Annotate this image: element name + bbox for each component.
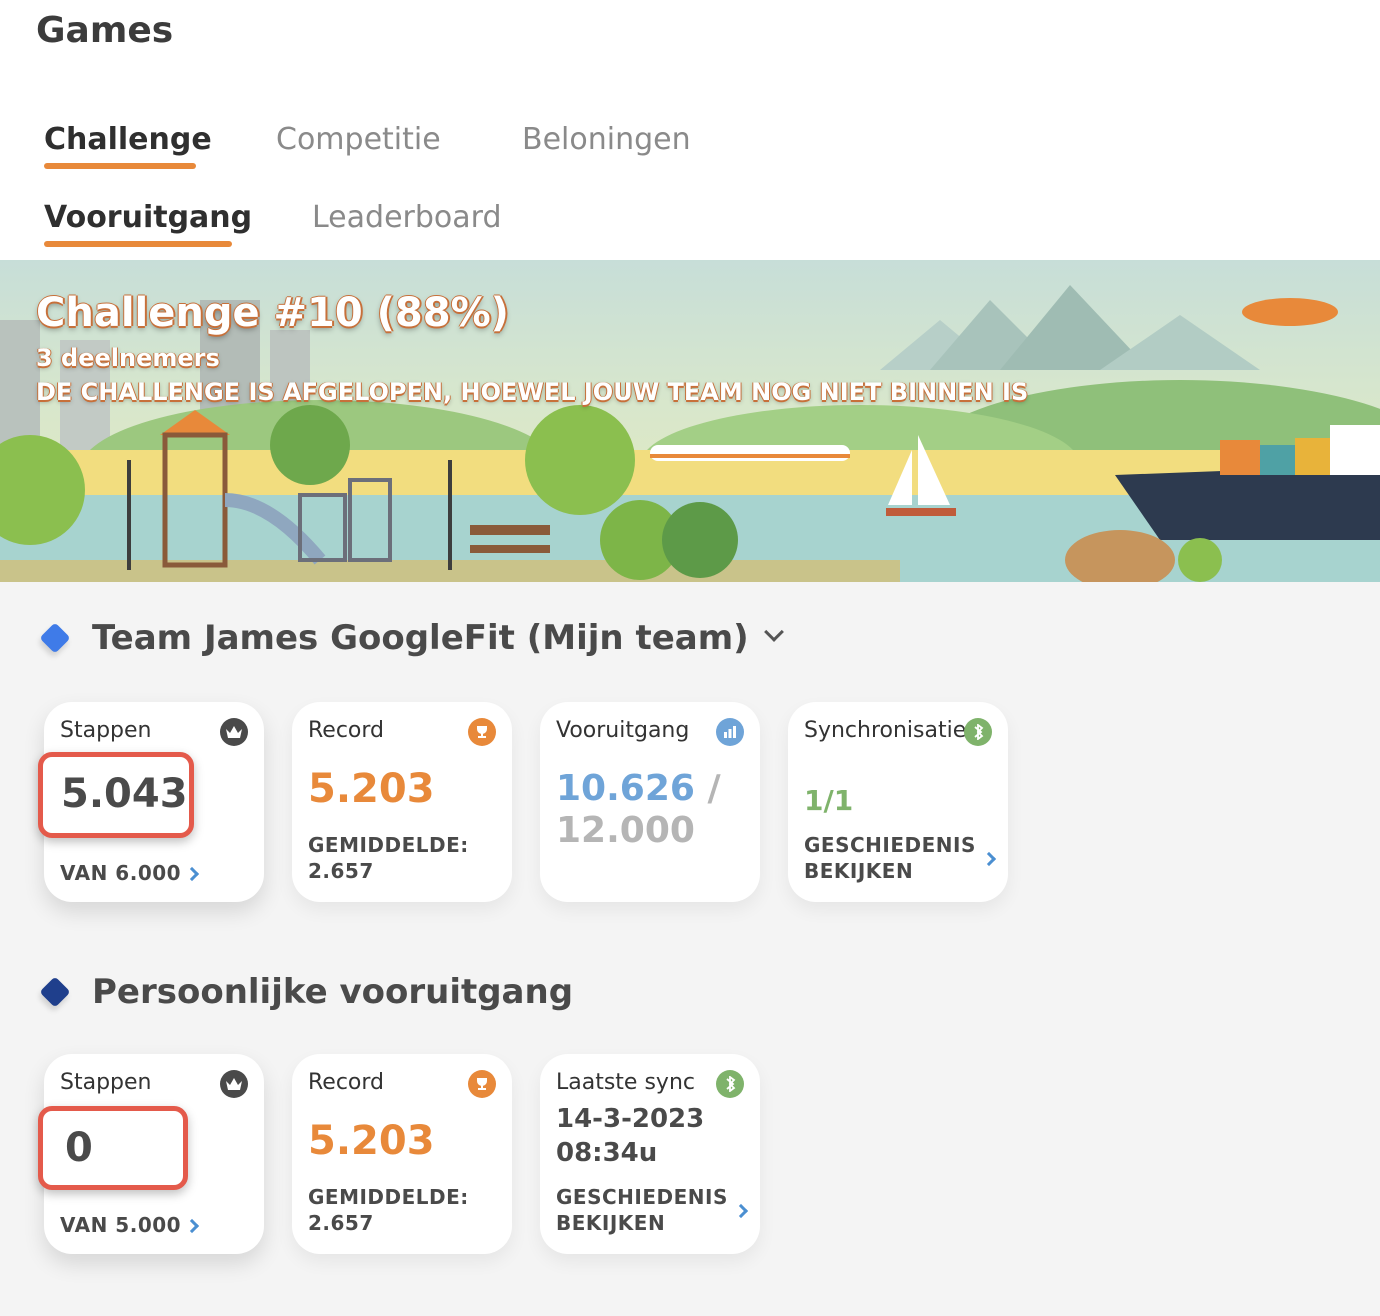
average-value: 2.657: [308, 859, 374, 883]
team-steps-highlight: 5.043: [38, 752, 194, 838]
average-value: 2.657: [308, 1211, 374, 1235]
team-progress-card[interactable]: Vooruitgang 10.626 / 12.000: [540, 702, 760, 902]
sync-icon: [716, 1070, 744, 1098]
team-title: Team James GoogleFit (Mijn team): [92, 618, 749, 658]
personal-steps-goal: VAN 5.000: [60, 1213, 182, 1237]
team-steps-value: 5.043: [61, 771, 188, 817]
personal-diamond-icon: [39, 976, 71, 1008]
personal-section-header: Persoonlijke vooruitgang: [39, 972, 574, 1012]
chevron-right-icon: [184, 1218, 200, 1234]
history-line1: GESCHIEDENIS: [556, 1185, 728, 1209]
team-record-label: Record: [308, 718, 385, 743]
tab-challenge-underline: [44, 163, 196, 169]
subtab-vooruitgang[interactable]: Vooruitgang: [44, 200, 252, 235]
last-sync-time: 08:34u: [556, 1138, 658, 1168]
page-title: Games: [36, 10, 174, 51]
team-progress-label: Vooruitgang: [556, 718, 690, 743]
history-line1: GESCHIEDENIS: [804, 833, 976, 857]
sync-icon: [964, 718, 992, 746]
challenge-banner: Challenge #10 (88%) 3 deelnemers DE CHAL…: [0, 260, 1380, 582]
personal-steps-goal-link[interactable]: VAN 5.000: [60, 1212, 200, 1238]
average-label: GEMIDDELDE:: [308, 833, 469, 857]
team-steps-label: Stappen: [60, 718, 152, 743]
last-sync-label: Laatste sync: [556, 1070, 695, 1095]
chevron-right-icon[interactable]: [733, 1203, 749, 1219]
crown-icon: [220, 1070, 248, 1098]
subtab-leaderboard[interactable]: Leaderboard: [312, 200, 502, 235]
header: Games Challenge Competitie Beloningen Vo…: [0, 0, 1380, 260]
subtab-vooruitgang-underline: [44, 241, 232, 247]
progress-target: 12.000: [556, 810, 695, 851]
trophy-icon: [468, 1070, 496, 1098]
team-steps-goal-link[interactable]: VAN 6.000: [60, 860, 200, 886]
team-diamond-icon: [39, 622, 71, 654]
team-record-value: 5.203: [308, 766, 435, 812]
progress-current: 10.626: [556, 768, 695, 809]
challenge-title: Challenge #10 (88%): [36, 290, 509, 336]
team-sync-label: Synchronisatie: [804, 718, 967, 743]
personal-title: Persoonlijke vooruitgang: [92, 972, 574, 1012]
chart-icon: [716, 718, 744, 746]
history-line2: BEKIJKEN: [804, 859, 914, 883]
participants-count: 3 deelnemers: [36, 344, 220, 372]
last-sync-datetime: 14-3-2023 08:34u: [556, 1102, 704, 1170]
chevron-right-icon: [184, 866, 200, 882]
team-sync-value: 1/1: [804, 784, 854, 817]
challenge-status-message: DE CHALLENGE IS AFGELOPEN, HOEWEL JOUW T…: [36, 378, 1029, 406]
trophy-icon: [468, 718, 496, 746]
team-steps-card[interactable]: Stappen 5.043 VAN 6.000: [38, 702, 264, 902]
personal-sync-history-link[interactable]: GESCHIEDENIS BEKIJKEN: [556, 1184, 728, 1236]
personal-steps-label: Stappen: [60, 1070, 152, 1095]
last-sync-date: 14-3-2023: [556, 1104, 705, 1134]
team-section-header[interactable]: Team James GoogleFit (Mijn team): [39, 618, 784, 658]
crown-icon: [220, 718, 248, 746]
progress-separator: /: [707, 768, 721, 809]
team-progress-value: 10.626 / 12.000: [556, 768, 721, 852]
tab-challenge[interactable]: Challenge: [44, 122, 212, 157]
team-steps-goal: VAN 6.000: [60, 861, 182, 885]
personal-record-label: Record: [308, 1070, 385, 1095]
personal-last-sync-card[interactable]: Laatste sync 14-3-2023 08:34u GESCHIEDEN…: [540, 1054, 760, 1254]
average-label: GEMIDDELDE:: [308, 1185, 469, 1209]
personal-record-value: 5.203: [308, 1118, 435, 1164]
tab-beloningen[interactable]: Beloningen: [522, 122, 691, 157]
personal-steps-card[interactable]: Stappen 0 VAN 5.000: [38, 1054, 264, 1254]
team-record-card[interactable]: Record 5.203 GEMIDDELDE: 2.657: [292, 702, 512, 902]
team-record-average: GEMIDDELDE: 2.657: [308, 832, 469, 884]
chevron-down-icon[interactable]: [763, 622, 784, 642]
personal-steps-value: 0: [65, 1125, 93, 1171]
tab-competitie[interactable]: Competitie: [276, 122, 441, 157]
personal-steps-highlight: 0: [38, 1106, 188, 1190]
personal-record-card[interactable]: Record 5.203 GEMIDDELDE: 2.657: [292, 1054, 512, 1254]
team-sync-history-link[interactable]: GESCHIEDENIS BEKIJKEN: [804, 832, 976, 884]
team-sync-card[interactable]: Synchronisatie 1/1 GESCHIEDENIS BEKIJKEN: [788, 702, 1008, 902]
chevron-right-icon[interactable]: [981, 851, 997, 867]
personal-record-average: GEMIDDELDE: 2.657: [308, 1184, 469, 1236]
history-line2: BEKIJKEN: [556, 1211, 666, 1235]
